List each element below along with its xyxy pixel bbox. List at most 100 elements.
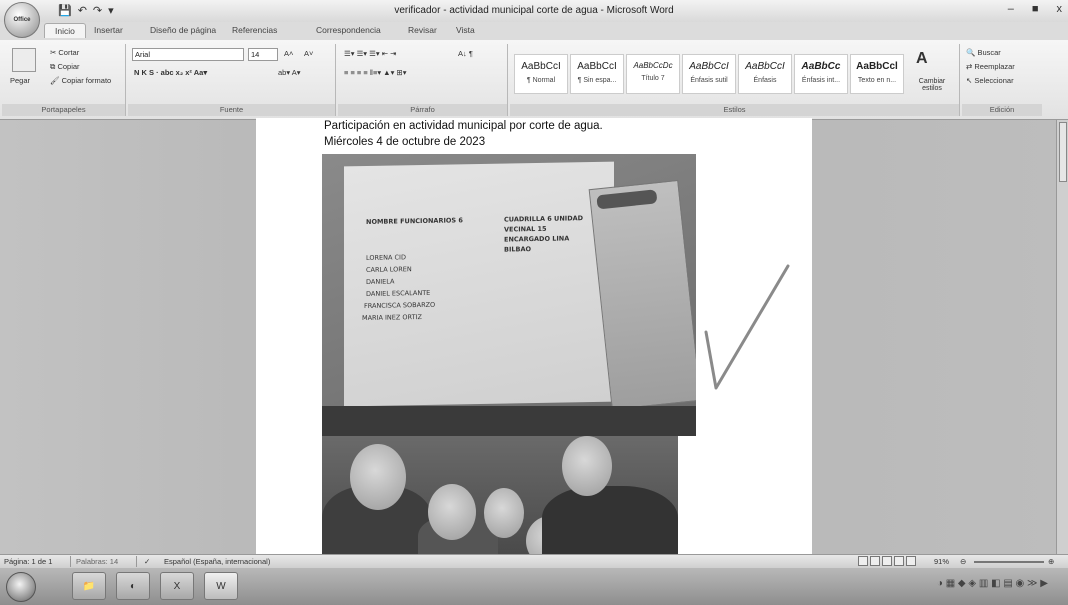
group-selfie-photo[interactable] <box>322 436 678 554</box>
font-size-select[interactable]: 14 <box>248 48 278 61</box>
zoom-slider[interactable] <box>974 561 1044 563</box>
group-label-editing: Edición <box>962 104 1042 116</box>
ribbon-tabs: Inicio Insertar Diseño de página Referen… <box>0 22 1068 40</box>
board-header-crew-2: VECINAL 15 <box>504 224 547 234</box>
whiteboard-photo[interactable]: NOMBRE FUNCIONARIOS 6 CUADRILLA 6 UNIDAD… <box>322 154 696 436</box>
web-layout-view-button[interactable] <box>882 556 892 566</box>
board-name: FRANCISCA SOBARZO <box>364 300 436 311</box>
style-name: Título 7 <box>641 75 665 82</box>
style-sin-espaciado[interactable]: AaBbCcI ¶ Sin espa... <box>570 54 624 94</box>
board-header-crew-1: CUADRILLA 6 UNIDAD <box>504 214 584 224</box>
status-bar: Página: 1 de 1 Palabras: 14 ✓ Español (E… <box>0 554 1068 568</box>
style-normal[interactable]: AaBbCcI ¶ Normal <box>514 54 568 94</box>
page-count[interactable]: Página: 1 de 1 <box>4 557 52 566</box>
style-sample: AaBbCcl <box>856 61 898 72</box>
style-name: Énfasis sutil <box>690 77 728 84</box>
style-sample: AaBbCcDc <box>633 61 673 70</box>
align-buttons[interactable]: ≡ ≡ ≡ ≡ ‖≡▾ ▲▾ ⊞▾ <box>344 68 406 77</box>
full-screen-view-button[interactable] <box>870 556 880 566</box>
cut-label: Cortar <box>58 48 80 57</box>
shrink-font-button[interactable]: A˅ <box>304 49 313 58</box>
word-icon[interactable]: W <box>204 572 238 600</box>
board-name: MARIA INEZ ORTIZ <box>362 312 422 323</box>
style-sample: AaBbCcI <box>521 61 561 72</box>
paste-icon[interactable] <box>12 48 36 72</box>
group-paragraph: ☰▾ ☰▾ ☰▾ ⇤ ⇥ A↓ ¶ ≡ ≡ ≡ ≡ ‖≡▾ ▲▾ ⊞▾ Párr… <box>338 44 508 116</box>
start-button[interactable] <box>6 572 36 602</box>
font-family-select[interactable]: Arial <box>132 48 244 61</box>
zoom-in-button[interactable]: ⊕ <box>1048 557 1054 566</box>
system-tray[interactable]: ◑ ▦ ◆ ◈ ▥ ◧ ▤ ◉ ≫ ▶ <box>937 578 1048 589</box>
zoom-out-button[interactable]: ⊖ <box>960 557 966 566</box>
tab-vista[interactable]: Vista <box>456 25 475 35</box>
cut-button[interactable]: ✂ Cortar <box>50 48 79 57</box>
tab-insertar[interactable]: Insertar <box>94 25 123 35</box>
style-enfasis-intenso[interactable]: AaBbCc Énfasis int... <box>794 54 848 94</box>
change-styles-button[interactable]: Cambiar estilos <box>910 78 954 92</box>
style-titulo-7[interactable]: AaBbCcDc Título 7 <box>626 54 680 94</box>
style-enfasis-sutil[interactable]: AaBbCcI Énfasis sutil <box>682 54 736 94</box>
style-enfasis[interactable]: AaBbCcI Énfasis <box>738 54 792 94</box>
office-logo-icon: Office <box>13 17 31 23</box>
tab-inicio[interactable]: Inicio <box>44 23 86 38</box>
text-color-buttons[interactable]: ab▾ A▾ <box>278 68 301 77</box>
copy-label: Copiar <box>57 62 80 71</box>
tab-diseno-pagina[interactable]: Diseño de página <box>150 25 216 35</box>
style-texto-negrita[interactable]: AaBbCcl Texto en n... <box>850 54 904 94</box>
draft-view-button[interactable] <box>906 556 916 566</box>
word-count[interactable]: Palabras: 14 <box>76 557 118 566</box>
grow-font-button[interactable]: A˄ <box>284 49 293 58</box>
checkmark-icon <box>704 264 790 390</box>
language-indicator[interactable]: Español (España, internacional) <box>164 557 270 566</box>
style-name: Texto en n... <box>857 77 897 84</box>
window-title: verificador - actividad municipal corte … <box>394 5 674 16</box>
document-text-line-1[interactable]: Participación en actividad municipal por… <box>324 120 603 132</box>
group-label-font: Fuente <box>128 104 335 116</box>
board-name: CARLA LOREN <box>366 265 412 274</box>
ribbon: Pegar ✂ Cortar ⧉ Copiar 🖌 Copiar formato… <box>0 40 1068 120</box>
explorer-icon[interactable]: 📁 <box>72 572 106 600</box>
sort-buttons[interactable]: A↓ ¶ <box>458 49 473 58</box>
group-font: Arial 14 A˄ A˅ N K S · abc x₂ x² Aa▾ ab▾… <box>128 44 336 116</box>
excel-icon[interactable]: X <box>160 572 194 600</box>
tab-correspondencia[interactable]: Correspondencia <box>316 25 381 35</box>
group-label-clipboard: Portapapeles <box>2 104 125 116</box>
tab-referencias[interactable]: Referencias <box>232 25 277 35</box>
board-name: DANIELA <box>366 277 395 286</box>
select-button[interactable]: ↖ Seleccionar <box>966 76 1014 85</box>
group-styles: AaBbCcI ¶ Normal AaBbCcI ¶ Sin espa... AaB… <box>510 44 960 116</box>
person-body <box>542 486 678 554</box>
style-name: ¶ Sin espa... <box>577 77 617 84</box>
find-label: Buscar <box>977 48 1001 57</box>
whiteboard: NOMBRE FUNCIONARIOS 6 CUADRILLA 6 UNIDAD… <box>344 161 614 407</box>
print-layout-view-button[interactable] <box>858 556 868 566</box>
copy-button[interactable]: ⧉ Copiar <box>50 62 80 72</box>
scrollbar-thumb[interactable] <box>1059 122 1067 182</box>
format-painter-button[interactable]: 🖌 Copiar formato <box>50 76 111 85</box>
maximize-button[interactable]: ■ <box>1032 3 1039 15</box>
vertical-scrollbar[interactable] <box>1056 120 1068 554</box>
proofing-icon[interactable]: ✓ <box>144 557 150 566</box>
document-text-line-2[interactable]: Miércoles 4 de octubre de 2023 <box>324 136 485 148</box>
zoom-level[interactable]: 91% <box>934 557 949 566</box>
replace-label: Reemplazar <box>974 62 1015 71</box>
style-sample: AaBbCcI <box>577 61 617 72</box>
paste-button[interactable]: Pegar <box>10 76 30 85</box>
find-button[interactable]: 🔍 Buscar <box>966 48 1001 57</box>
minimize-button[interactable]: – <box>1008 3 1014 15</box>
tab-revisar[interactable]: Revisar <box>408 25 437 35</box>
style-sample: AaBbCcI <box>745 61 785 72</box>
close-button[interactable]: x <box>1057 3 1063 15</box>
group-label-paragraph: Párrafo <box>338 104 507 116</box>
status-separator <box>136 556 137 567</box>
replace-button[interactable]: ⇄ Reemplazar <box>966 62 1015 71</box>
change-styles-icon[interactable]: A <box>916 50 928 68</box>
photo-floor <box>322 406 696 436</box>
browser-icon[interactable]: ◐ <box>116 572 150 600</box>
office-button[interactable]: Office <box>4 2 40 38</box>
text-format-buttons[interactable]: N K S · abc x₂ x² Aa▾ <box>134 68 207 77</box>
list-buttons[interactable]: ☰▾ ☰▾ ☰▾ ⇤ ⇥ <box>344 49 396 58</box>
style-name: Énfasis int... <box>801 77 841 84</box>
window-controls: – ■ x <box>1008 3 1062 15</box>
outline-view-button[interactable] <box>894 556 904 566</box>
